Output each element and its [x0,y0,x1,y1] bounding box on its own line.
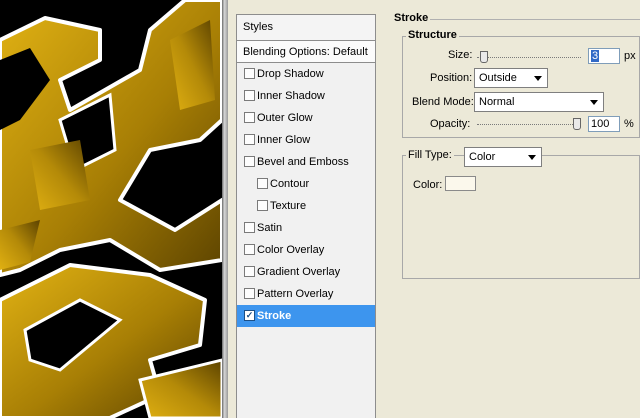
graffiti-stroke-preview [0,0,222,418]
chevron-down-icon [590,100,598,105]
size-label: Size: [448,49,472,61]
structure-title: Structure [406,29,459,41]
blend-mode-value: Normal [479,96,515,108]
drop-shadow-checkbox[interactable] [244,68,255,79]
color-overlay-checkbox[interactable] [244,244,255,255]
style-item-label: Drop Shadow [257,68,324,80]
position-select[interactable]: Outside [474,68,548,88]
size-value: 3 [591,50,600,62]
blend-mode-label: Blend Mode: [412,96,474,108]
style-item-inner-glow[interactable]: Inner Glow [237,129,375,151]
style-item-outer-glow[interactable]: Outer Glow [237,107,375,129]
style-item-label: Outer Glow [257,112,313,124]
position-value: Outside [479,72,517,84]
inner-glow-checkbox[interactable] [244,134,255,145]
opacity-input[interactable]: 100 [588,116,620,132]
size-input[interactable]: 3 [588,48,620,64]
stroke-title: Stroke [392,12,431,24]
fill-type-label: Fill Type: [406,149,454,161]
texture-checkbox[interactable] [257,200,268,211]
style-item-label: Bevel and Emboss [257,156,349,168]
style-item-label: Inner Glow [257,134,311,146]
chevron-down-icon [528,155,536,160]
style-item-contour[interactable]: Contour [237,173,375,195]
styles-list: Styles Blending Options: Default Drop Sh… [236,14,376,418]
stroke-settings: Stroke Structure Size: 3 px Position: Ou… [388,0,640,418]
gradient-overlay-checkbox[interactable] [244,266,255,277]
style-item-drop-shadow[interactable]: Drop Shadow [237,63,375,85]
style-item-label: Gradient Overlay [257,266,341,278]
opacity-value: 100 [591,118,610,130]
size-slider-thumb[interactable] [479,51,488,63]
style-item-inner-shadow[interactable]: Inner Shadow [237,85,375,107]
pattern-overlay-checkbox[interactable] [244,288,255,299]
styles-header[interactable]: Styles [237,15,375,41]
stroke-group-line [394,19,640,20]
style-item-label: Texture [270,200,307,212]
position-label: Position: [430,72,473,84]
inner-shadow-checkbox[interactable] [244,90,255,101]
fill-type-group [402,155,640,279]
fill-type-value: Color [469,151,496,163]
style-item-label: Contour [270,178,310,190]
stroke-color-swatch[interactable] [445,176,476,191]
outer-glow-checkbox[interactable] [244,112,255,123]
size-unit: px [624,50,636,62]
style-item-pattern-overlay[interactable]: Pattern Overlay [237,283,375,305]
style-item-label: Stroke [257,310,292,322]
canvas-divider [222,0,228,418]
chevron-down-icon [534,76,542,81]
style-item-label: Pattern Overlay [257,288,334,300]
style-item-label: Inner Shadow [257,90,325,102]
style-item-label: Color Overlay [257,244,325,256]
stroke-checkbox[interactable]: ✓ [244,310,255,321]
canvas-artwork [0,0,222,418]
style-item-stroke[interactable]: ✓ Stroke [237,305,375,327]
satin-checkbox[interactable] [244,222,255,233]
bevel-and-emboss-checkbox[interactable] [244,156,255,167]
style-item-color-overlay[interactable]: Color Overlay [237,239,375,261]
style-item-satin[interactable]: Satin [237,217,375,239]
style-item-gradient-overlay[interactable]: Gradient Overlay [237,261,375,283]
size-label-text: Size: [448,49,473,61]
opacity-slider-thumb[interactable] [573,118,581,130]
contour-checkbox[interactable] [257,178,268,189]
style-item-label: Satin [257,222,283,234]
style-item-bevel-and-emboss[interactable]: Bevel and Emboss [237,151,375,173]
size-slider-track[interactable] [477,57,581,58]
opacity-slider-track[interactable] [477,124,581,125]
blend-mode-select[interactable]: Normal [474,92,604,112]
opacity-label: Opacity: [430,118,471,130]
color-label: Color: [413,179,443,191]
blending-options-item[interactable]: Blending Options: Default [237,41,375,63]
opacity-unit: % [624,118,634,130]
style-item-texture[interactable]: Texture [237,195,375,217]
fill-type-select[interactable]: Color [464,147,542,167]
